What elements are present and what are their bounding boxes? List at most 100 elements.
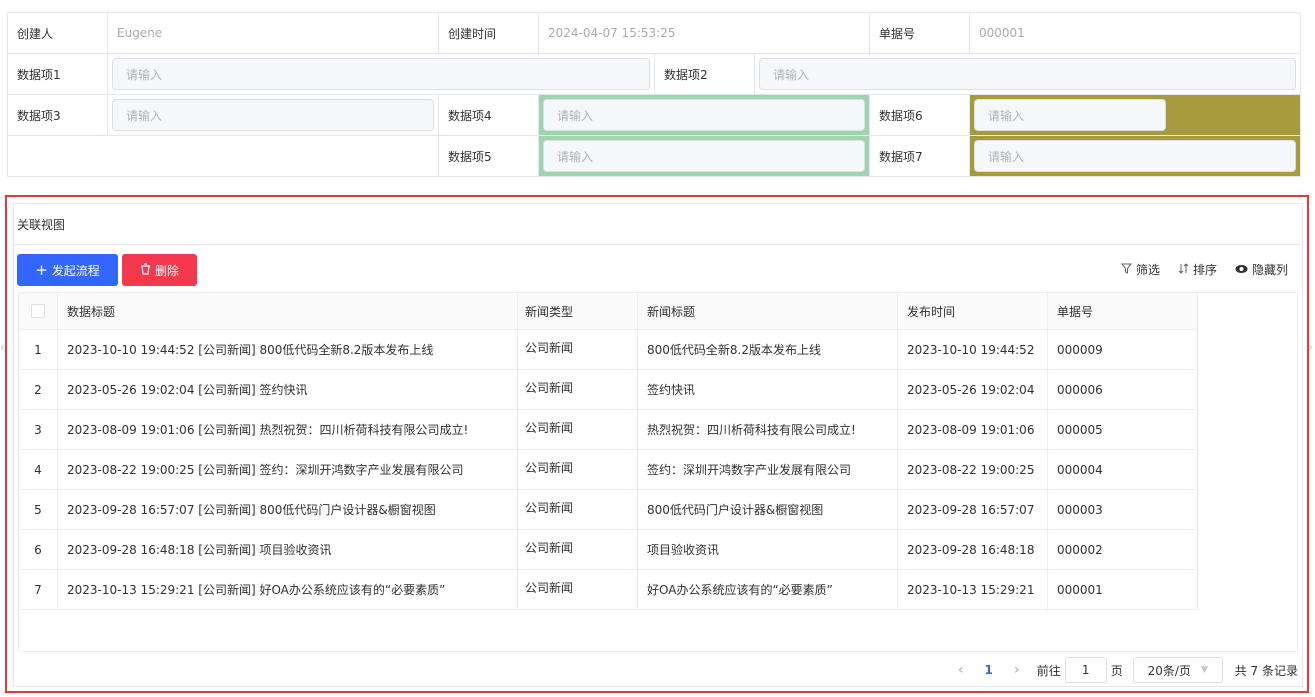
hide-columns-button[interactable]: 隐藏列 — [1235, 261, 1288, 278]
select-all-checkbox[interactable] — [31, 304, 45, 318]
goto-label: 前往 — [1036, 663, 1061, 678]
start-flow-label: 发起流程 — [51, 263, 100, 278]
trash-icon — [140, 262, 151, 278]
sort-button[interactable]: 排序 — [1178, 261, 1217, 278]
related-view-panel: 关联视图 + 发起流程 删除 筛选 排序 隐藏列 数据标题 新闻类型 新闻标题 … — [13, 203, 1303, 687]
table-cell-news: 好OA办公系统应该有的“必要素质” — [638, 570, 898, 610]
item1-input-cell: 请输入 — [108, 54, 655, 95]
item7-input[interactable]: 请输入 — [974, 140, 1296, 172]
item7-placeholder: 请输入 — [988, 149, 1025, 164]
table-cell-no: 000001 — [1048, 570, 1198, 610]
column-header[interactable]: 数据标题 — [58, 293, 518, 330]
page-size-select[interactable]: 20条/页 ▼ — [1132, 657, 1223, 683]
table-cell-idx: 1 — [19, 330, 58, 370]
item2-placeholder: 请输入 — [773, 67, 810, 82]
hide-columns-label: 隐藏列 — [1251, 263, 1288, 277]
table-cell-title: 2023-10-10 19:44:52 [公司新闻] 800低代码全新8.2版本… — [58, 330, 518, 370]
creator-label: 创建人 — [17, 26, 54, 41]
creator-value: Eugene — [117, 26, 163, 40]
table-cell-news: 热烈祝贺：四川析荷科技有限公司成立! — [638, 410, 898, 450]
table-row[interactable]: 5 2023-09-28 16:57:07 [公司新闻] 800低代码门户设计器&… — [19, 490, 1198, 530]
table-header-row: 数据标题 新闻类型 新闻标题 发布时间 单据号 — [19, 293, 1198, 330]
table-cell-type: 公司新闻 — [518, 450, 638, 490]
related-view-header: 关联视图 — [14, 204, 1302, 245]
table-cell-time: 2023-09-28 16:57:07 — [898, 490, 1048, 530]
delete-label: 删除 — [154, 263, 179, 278]
table-row[interactable]: 4 2023-08-22 19:00:25 [公司新闻] 签约：深圳开鸿数字产业发… — [19, 450, 1198, 490]
table-cell-idx: 7 — [19, 570, 58, 610]
item1-input[interactable]: 请输入 — [112, 58, 650, 90]
filter-button[interactable]: 筛选 — [1120, 261, 1160, 278]
table-cell-type: 公司新闻 — [518, 330, 638, 370]
table-tools: 筛选 排序 隐藏列 — [1120, 261, 1288, 278]
item2-label-cell: 数据项2 — [655, 54, 755, 95]
related-view-highlight: 关联视图 + 发起流程 删除 筛选 排序 隐藏列 数据标题 新闻类型 新闻标题 … — [5, 195, 1309, 693]
filter-icon — [1120, 263, 1132, 277]
start-flow-button[interactable]: + 发起流程 — [17, 254, 118, 286]
form-grid: 创建人 Eugene 创建时间 2024-04-07 15:53:25 单据号 … — [7, 12, 1301, 177]
item6-input[interactable]: 请输入 — [974, 99, 1166, 131]
table-row[interactable]: 6 2023-09-28 16:48:18 [公司新闻] 项目验收资讯 公司新闻 项目… — [19, 530, 1198, 570]
table-cell-title: 2023-05-26 19:02:04 [公司新闻] 签约快讯 — [58, 370, 518, 410]
table-cell-type: 公司新闻 — [518, 570, 638, 610]
sort-label: 排序 — [1192, 263, 1217, 277]
table-row[interactable]: 1 2023-10-10 19:44:52 [公司新闻] 800低代码全新8.2版… — [19, 330, 1198, 370]
table-cell-time: 2023-10-13 15:29:21 — [898, 570, 1048, 610]
creator-value-cell: Eugene — [108, 13, 439, 54]
table-cell-no: 000005 — [1048, 410, 1198, 450]
related-table: 数据标题 新闻类型 新闻标题 发布时间 单据号 1 2023-10-10 19:4… — [18, 292, 1298, 652]
table-cell-idx: 3 — [19, 410, 58, 450]
table-cell-type: 公司新闻 — [518, 530, 638, 570]
item4-input[interactable]: 请输入 — [543, 99, 865, 131]
item2-input[interactable]: 请输入 — [759, 58, 1296, 90]
doc-no-label-cell: 单据号 — [870, 13, 970, 54]
item1-label: 数据项1 — [17, 67, 61, 82]
item4-label: 数据项4 — [448, 108, 492, 123]
column-header[interactable]: 新闻标题 — [638, 293, 898, 330]
item4-input-cell: 请输入 — [539, 95, 870, 136]
table-row[interactable]: 2 2023-05-26 19:02:04 [公司新闻] 签约快讯 公司新闻 签约快讯… — [19, 370, 1198, 410]
table-row[interactable]: 3 2023-08-09 19:01:06 [公司新闻] 热烈祝贺：四川析荷科技有… — [19, 410, 1198, 450]
current-page[interactable]: 1 — [975, 663, 1003, 677]
item6-placeholder: 请输入 — [988, 108, 1025, 123]
next-page-icon[interactable]: › — [1003, 662, 1031, 678]
doc-no-value-cell: 000001 — [970, 13, 1301, 54]
table-cell-news: 项目验收资讯 — [638, 530, 898, 570]
pagination: ‹ 1 › 前往 1 页 20条/页 ▼ 共 7 条记录 — [947, 656, 1298, 684]
item3-placeholder: 请输入 — [126, 108, 163, 123]
table-cell-title: 2023-08-09 19:01:06 [公司新闻] 热烈祝贺：四川析荷科技有限… — [58, 410, 518, 450]
item6-label-cell: 数据项6 — [870, 95, 970, 136]
column-header[interactable]: 单据号 — [1048, 293, 1198, 330]
item6-input-cell: 请输入 — [970, 95, 1301, 136]
caret-down-icon: ▼ — [1200, 665, 1208, 675]
item3-input-cell: 请输入 — [108, 95, 439, 136]
delete-button[interactable]: 删除 — [122, 254, 197, 286]
doc-no-label: 单据号 — [879, 26, 916, 41]
table-cell-idx: 2 — [19, 370, 58, 410]
creator-label-cell: 创建人 — [8, 13, 108, 54]
table-row[interactable]: 7 2023-10-13 15:29:21 [公司新闻] 好OA办公系统应该有的“… — [19, 570, 1198, 610]
table-cell-title: 2023-10-13 15:29:21 [公司新闻] 好OA办公系统应该有的“必… — [58, 570, 518, 610]
table-cell-no: 000006 — [1048, 370, 1198, 410]
page-unit-label: 页 — [1110, 663, 1123, 678]
table-cell-no: 000003 — [1048, 490, 1198, 530]
item4-placeholder: 请输入 — [557, 108, 594, 123]
related-view-title: 关联视图 — [17, 217, 66, 232]
item1-label-cell: 数据项1 — [8, 54, 108, 95]
table-cell-no: 000009 — [1048, 330, 1198, 370]
column-header[interactable]: 发布时间 — [898, 293, 1048, 330]
item3-input[interactable]: 请输入 — [112, 99, 434, 131]
item7-label-cell: 数据项7 — [870, 136, 970, 177]
table-cell-title: 2023-09-28 16:57:07 [公司新闻] 800低代码门户设计器&橱… — [58, 490, 518, 530]
item5-input[interactable]: 请输入 — [543, 140, 865, 172]
column-header[interactable]: 新闻类型 — [518, 293, 638, 330]
prev-page-icon[interactable]: ‹ — [947, 662, 975, 678]
item1-placeholder: 请输入 — [126, 67, 163, 82]
empty-cell — [8, 136, 439, 177]
item7-input-cell: 请输入 — [970, 136, 1301, 177]
total-records: 共 7 条记录 — [1234, 663, 1298, 678]
table-cell-news: 800低代码全新8.2版本发布上线 — [638, 330, 898, 370]
table-cell-time: 2023-08-09 19:01:06 — [898, 410, 1048, 450]
goto-page-input[interactable]: 1 — [1064, 657, 1107, 683]
plus-icon: + — [35, 260, 48, 279]
